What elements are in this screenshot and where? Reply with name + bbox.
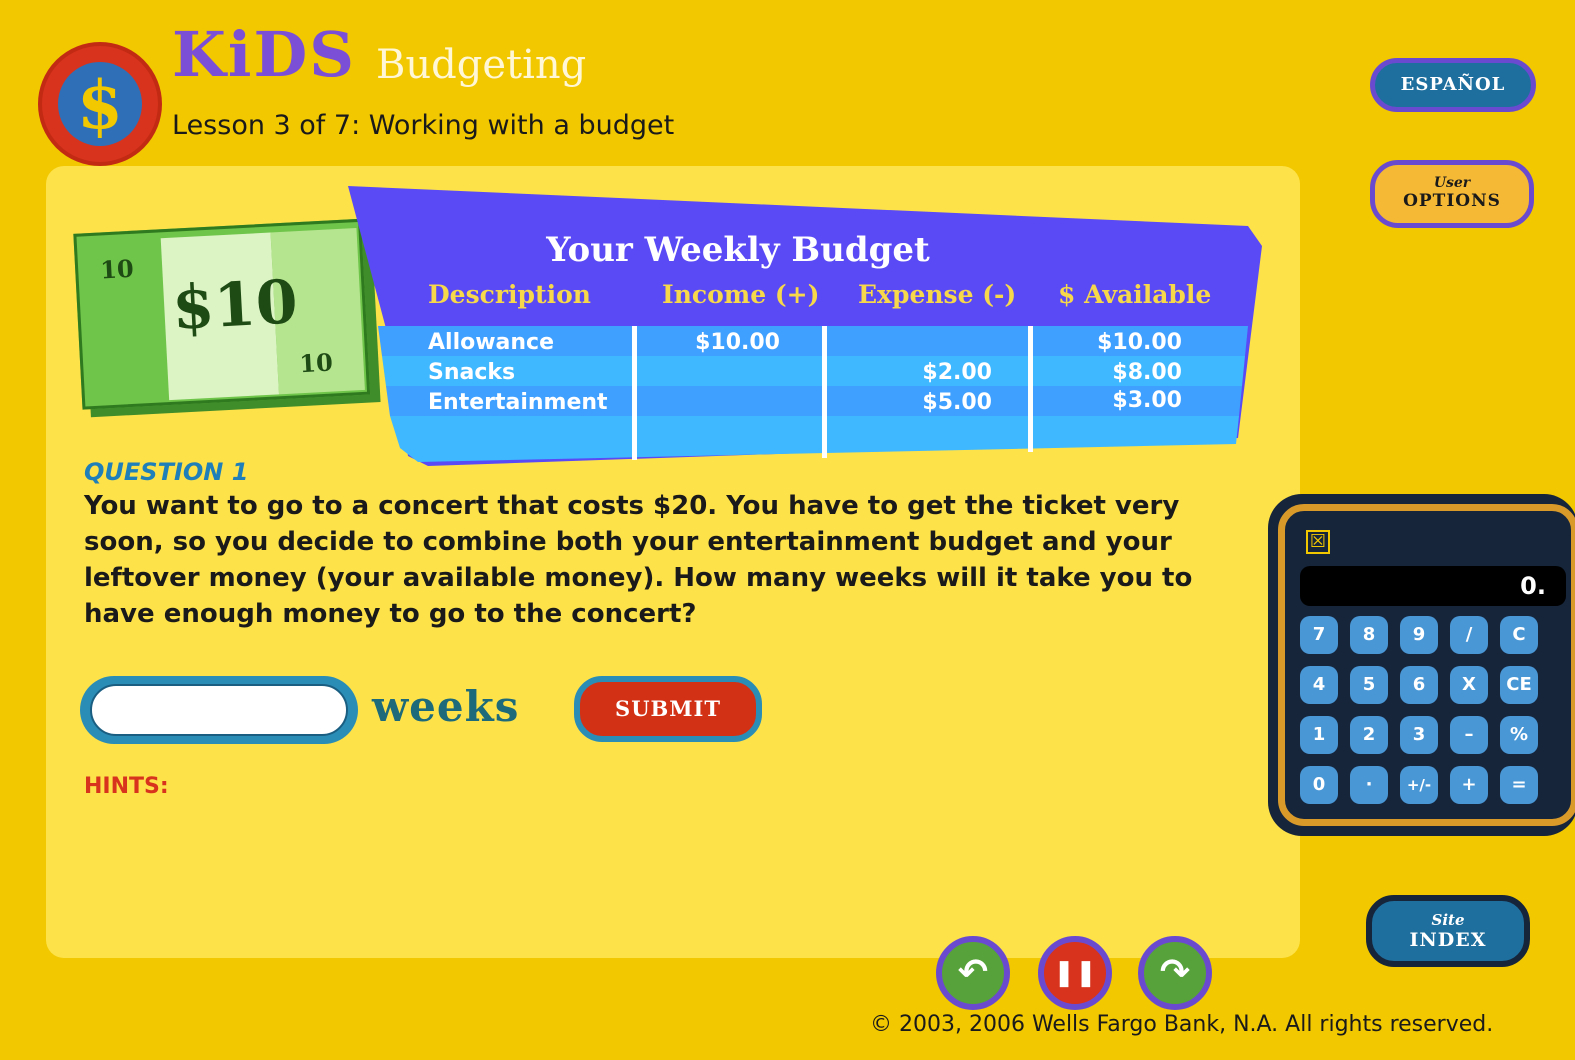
calc-key-8[interactable]: 8 <box>1350 616 1388 654</box>
weekly-budget-table: Your Weekly Budget Description Income (+… <box>348 186 1262 466</box>
header-description: Description <box>428 280 591 309</box>
forward-arrow-icon: ↷ <box>1159 952 1191 993</box>
lesson-subtitle: Lesson 3 of 7: Working with a budget <box>172 110 675 141</box>
header-income: Income (+) <box>662 280 820 309</box>
calc-key-clear-entry[interactable]: CE <box>1500 666 1538 704</box>
calc-key-4[interactable]: 4 <box>1300 666 1338 704</box>
row-entertainment-available: $3.00 <box>1112 388 1182 413</box>
pause-button[interactable]: ❚❚ <box>1038 936 1112 1010</box>
copyright-text: © 2003, 2006 Wells Fargo Bank, N.A. All … <box>870 1012 1494 1037</box>
row-snacks-available: $8.00 <box>1112 360 1182 385</box>
brand-title: KiDS <box>172 18 356 91</box>
calc-key-divide[interactable]: / <box>1450 616 1488 654</box>
site-index-small-label: Site <box>1431 911 1465 929</box>
budget-title: Your Weekly Budget <box>546 230 930 270</box>
bill-corner-bottom: 10 <box>298 347 334 379</box>
forward-button[interactable]: ↷ <box>1138 936 1212 1010</box>
header-expense: Expense (-) <box>858 280 1017 309</box>
answer-unit-label: weeks <box>372 682 520 731</box>
calc-key-2[interactable]: 2 <box>1350 716 1388 754</box>
espanol-button[interactable]: ESPAÑOL <box>1370 58 1536 112</box>
calc-key-decimal[interactable]: · <box>1350 766 1388 804</box>
calc-key-9[interactable]: 9 <box>1400 616 1438 654</box>
calc-key-multiply[interactable]: X <box>1450 666 1488 704</box>
submit-button[interactable]: SUBMIT <box>574 676 762 742</box>
calculator-display: 0. <box>1300 566 1566 606</box>
topic-title: Budgeting <box>376 42 587 88</box>
budget-board-shape <box>348 186 1262 466</box>
bill-corner-top: 10 <box>99 253 135 285</box>
calc-key-percent[interactable]: % <box>1500 716 1538 754</box>
hints-label: HINTS: <box>84 774 169 799</box>
ten-dollar-bill-image: 10 $10 10 <box>73 218 381 419</box>
calc-key-3[interactable]: 3 <box>1400 716 1438 754</box>
user-options-button[interactable]: User OPTIONS <box>1370 160 1534 228</box>
calc-key-7[interactable]: 7 <box>1300 616 1338 654</box>
back-button[interactable]: ↶ <box>936 936 1010 1010</box>
row-snacks-expense: $2.00 <box>922 360 992 385</box>
user-options-small-label: User <box>1433 175 1471 191</box>
bill-face: 10 $10 10 <box>73 218 371 410</box>
calc-key-0[interactable]: 0 <box>1300 766 1338 804</box>
hand-dollar-icon: $ <box>58 62 142 146</box>
row-entertainment-description: Entertainment <box>428 390 608 415</box>
calc-key-1[interactable]: 1 <box>1300 716 1338 754</box>
calc-key-plus[interactable]: + <box>1450 766 1488 804</box>
site-index-button[interactable]: Site INDEX <box>1366 895 1530 967</box>
logo-glyph: $ <box>77 66 123 144</box>
row-entertainment-expense: $5.00 <box>922 390 992 415</box>
calc-key-6[interactable]: 6 <box>1400 666 1438 704</box>
back-arrow-icon: ↶ <box>957 952 989 993</box>
calc-key-clear[interactable]: C <box>1500 616 1538 654</box>
calc-key-5[interactable]: 5 <box>1350 666 1388 704</box>
header-available: $ Available <box>1058 280 1212 309</box>
kids-logo: $ <box>38 42 162 166</box>
bill-amount: $10 <box>170 267 300 344</box>
calc-key-sign[interactable]: +/- <box>1400 766 1438 804</box>
calc-key-equals[interactable]: = <box>1500 766 1538 804</box>
pause-icon: ❚❚ <box>1053 958 1097 988</box>
row-allowance-available: $10.00 <box>1097 330 1182 355</box>
row-snacks-description: Snacks <box>428 360 516 385</box>
answer-input[interactable] <box>90 684 348 736</box>
question-label: QUESTION 1 <box>84 458 249 486</box>
row-allowance-description: Allowance <box>428 330 555 355</box>
calc-key-minus[interactable]: – <box>1450 716 1488 754</box>
user-options-big-label: OPTIONS <box>1403 191 1501 211</box>
site-index-big-label: INDEX <box>1409 929 1487 951</box>
answer-field-frame <box>80 676 358 744</box>
row-allowance-income: $10.00 <box>695 330 780 355</box>
calculator-close-icon[interactable]: ☒ <box>1306 530 1330 554</box>
question-text: You want to go to a concert that costs $… <box>84 491 1193 629</box>
